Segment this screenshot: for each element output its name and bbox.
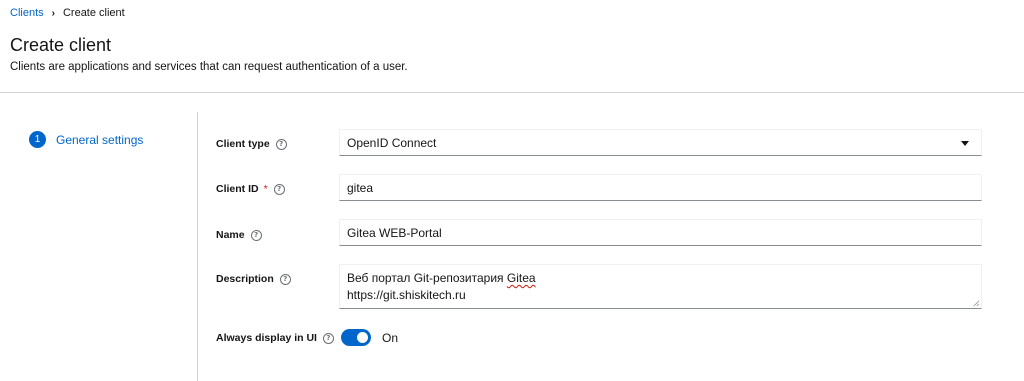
client-type-select[interactable]: OpenID Connect — [339, 129, 982, 156]
always-display-label: Always display in UI ? — [216, 332, 334, 344]
help-icon[interactable]: ? — [273, 183, 285, 195]
page-title: Create client — [10, 35, 112, 55]
wizard-step-general-settings[interactable]: 1 General settings — [29, 131, 143, 148]
description-line-1: Веб портал Git-репозитария Gitea — [347, 271, 536, 285]
breadcrumb-clients-link[interactable]: Clients — [10, 7, 44, 19]
caret-down-icon — [961, 141, 969, 146]
description-line-2: https://git.shiskitech.ru — [347, 288, 466, 302]
name-label: Name ? — [216, 229, 262, 241]
help-icon[interactable]: ? — [250, 229, 262, 241]
spellcheck-word: Gitea — [506, 271, 536, 285]
breadcrumb-current: Create client — [62, 7, 125, 19]
toggle-knob — [357, 332, 368, 343]
chevron-right-icon: › — [51, 7, 55, 19]
help-icon[interactable]: ? — [322, 332, 334, 344]
description-label: Description ? — [216, 273, 291, 285]
help-icon[interactable]: ? — [279, 273, 291, 285]
always-display-toggle[interactable] — [341, 329, 371, 346]
page-subtitle: Clients are applications and services th… — [10, 61, 408, 73]
toggle-state-text: On — [382, 331, 399, 345]
client-id-input[interactable]: gitea — [339, 174, 982, 201]
required-asterisk: * — [263, 183, 268, 195]
header-divider — [0, 92, 1024, 93]
client-type-label: Client type ? — [216, 138, 287, 150]
step-number-badge: 1 — [29, 131, 46, 148]
wizard-divider — [197, 112, 198, 381]
name-input[interactable]: Gitea WEB-Portal — [339, 219, 982, 246]
breadcrumb: Clients › Create client — [10, 7, 125, 19]
client-id-label: Client ID * ? — [216, 183, 285, 195]
help-icon[interactable]: ? — [275, 138, 287, 150]
resize-handle-icon[interactable] — [973, 300, 979, 306]
description-textarea[interactable]: Веб портал Git-репозитария Gitea https:/… — [339, 264, 982, 309]
step-label[interactable]: General settings — [56, 133, 143, 147]
